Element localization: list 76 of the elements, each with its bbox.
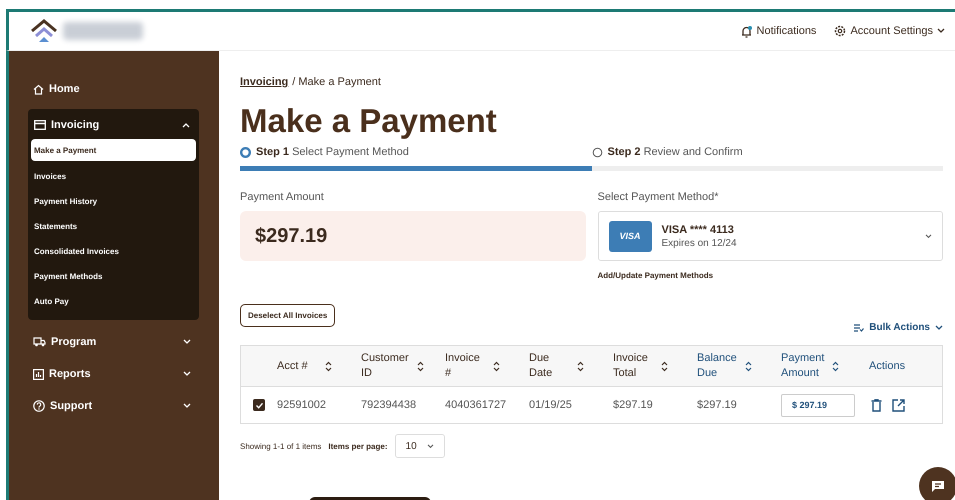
logo-icon (29, 18, 59, 44)
chevron-down-icon (426, 444, 434, 448)
breadcrumb-link[interactable]: Invoicing (240, 76, 288, 88)
field-label: Select Payment Method* (598, 191, 720, 203)
field-label: Payment Amount (240, 191, 325, 203)
help-icon (33, 400, 45, 412)
bell-icon (740, 24, 753, 38)
card-brand-badge: VISA (608, 220, 652, 252)
chevron-down-icon (935, 324, 943, 330)
sort-icon (832, 360, 840, 372)
table-cell-text: 4040361727 (445, 398, 508, 413)
truck-icon (33, 337, 46, 347)
items-per-page-select[interactable]: 10 (394, 434, 445, 458)
list-icon (854, 324, 864, 332)
sort-icon (661, 360, 668, 372)
row-checkbox[interactable] (253, 399, 265, 411)
submenu-item[interactable]: Make a Payment (31, 139, 196, 161)
table-cell-text: $297.19 (613, 398, 654, 413)
settings-icon (834, 25, 846, 37)
notifications-link[interactable]: Notifications (740, 24, 816, 38)
submenu-item[interactable]: Invoices (31, 164, 196, 189)
chat-button[interactable] (919, 467, 955, 500)
nav-item[interactable]: Invoicing (31, 111, 196, 139)
sort-icon (577, 360, 584, 372)
table-cell-text: 92591002 (277, 398, 327, 413)
payment-method-dropdown[interactable]: VISA VISA **** 4113 Expires on 12/24 (598, 211, 943, 261)
chevron-down-icon (183, 403, 191, 409)
sort-icon (493, 360, 500, 372)
home-icon (33, 84, 44, 94)
radio-selected-icon (240, 146, 251, 158)
step-label: Step 2 Review and Confirm (608, 146, 743, 158)
chevron-down-icon (925, 234, 932, 238)
column-header: Actions (869, 358, 906, 374)
add-payment-methods-link[interactable]: Add/Update Payment Methods (598, 271, 943, 280)
column-header[interactable]: Due Date (529, 346, 613, 386)
radio-icon (592, 146, 602, 158)
chevron-up-icon (182, 122, 190, 128)
chevron-down-icon (937, 28, 945, 34)
nav-item[interactable]: Reports (28, 360, 199, 388)
column-header[interactable]: Payment Amount (781, 346, 869, 386)
breadcrumb-current: / Make a Payment (292, 76, 381, 88)
column-header[interactable]: Invoice # (445, 346, 529, 386)
nav-item[interactable]: Home (28, 75, 199, 103)
chevron-down-icon (183, 339, 191, 345)
account-settings-menu[interactable]: Account Settings (834, 24, 945, 38)
pagination-summary: Showing 1-1 of 1 items (240, 442, 322, 450)
items-per-page-label: Items per page: (328, 442, 388, 450)
card-icon (34, 120, 46, 130)
trash-icon[interactable] (871, 398, 882, 412)
chevron-down-icon (183, 371, 191, 377)
sort-icon (416, 360, 424, 372)
column-header[interactable]: Acct # (277, 346, 361, 386)
column-header[interactable]: Customer ID (361, 346, 445, 386)
sort-icon (745, 360, 752, 372)
submenu-item[interactable]: Statements (31, 214, 196, 239)
deselect-all-button[interactable]: Deselect All Invoices (240, 304, 336, 327)
page-title: Make a Payment (240, 102, 498, 140)
chat-icon (931, 480, 945, 492)
submenu-item[interactable]: Payment History (31, 189, 196, 214)
submenu-item[interactable]: Consolidated Invoices (31, 239, 196, 264)
nav-item[interactable]: Program (28, 328, 199, 356)
submenu-item[interactable]: Auto Pay (31, 289, 196, 314)
external-link-icon[interactable] (892, 398, 905, 412)
payment-amount-input[interactable]: $ 297.19 (781, 394, 855, 416)
column-header[interactable]: Balance Due (697, 346, 781, 386)
chart-icon (33, 368, 44, 380)
bulk-actions-menu[interactable]: Bulk Actions (854, 322, 943, 333)
payment-amount-display: $297.19 (240, 211, 586, 261)
step-label: Step 1 Select Payment Method (256, 146, 409, 158)
submenu-item[interactable]: Payment Methods (31, 264, 196, 289)
table-cell-text: 792394438 (361, 398, 418, 413)
table-cell-text: $297.19 (697, 398, 738, 413)
nav-item[interactable]: Support (28, 392, 199, 420)
sort-icon (325, 360, 332, 372)
table-cell-text: 01/19/25 (529, 398, 573, 413)
column-header[interactable]: Invoice Total (613, 346, 697, 386)
